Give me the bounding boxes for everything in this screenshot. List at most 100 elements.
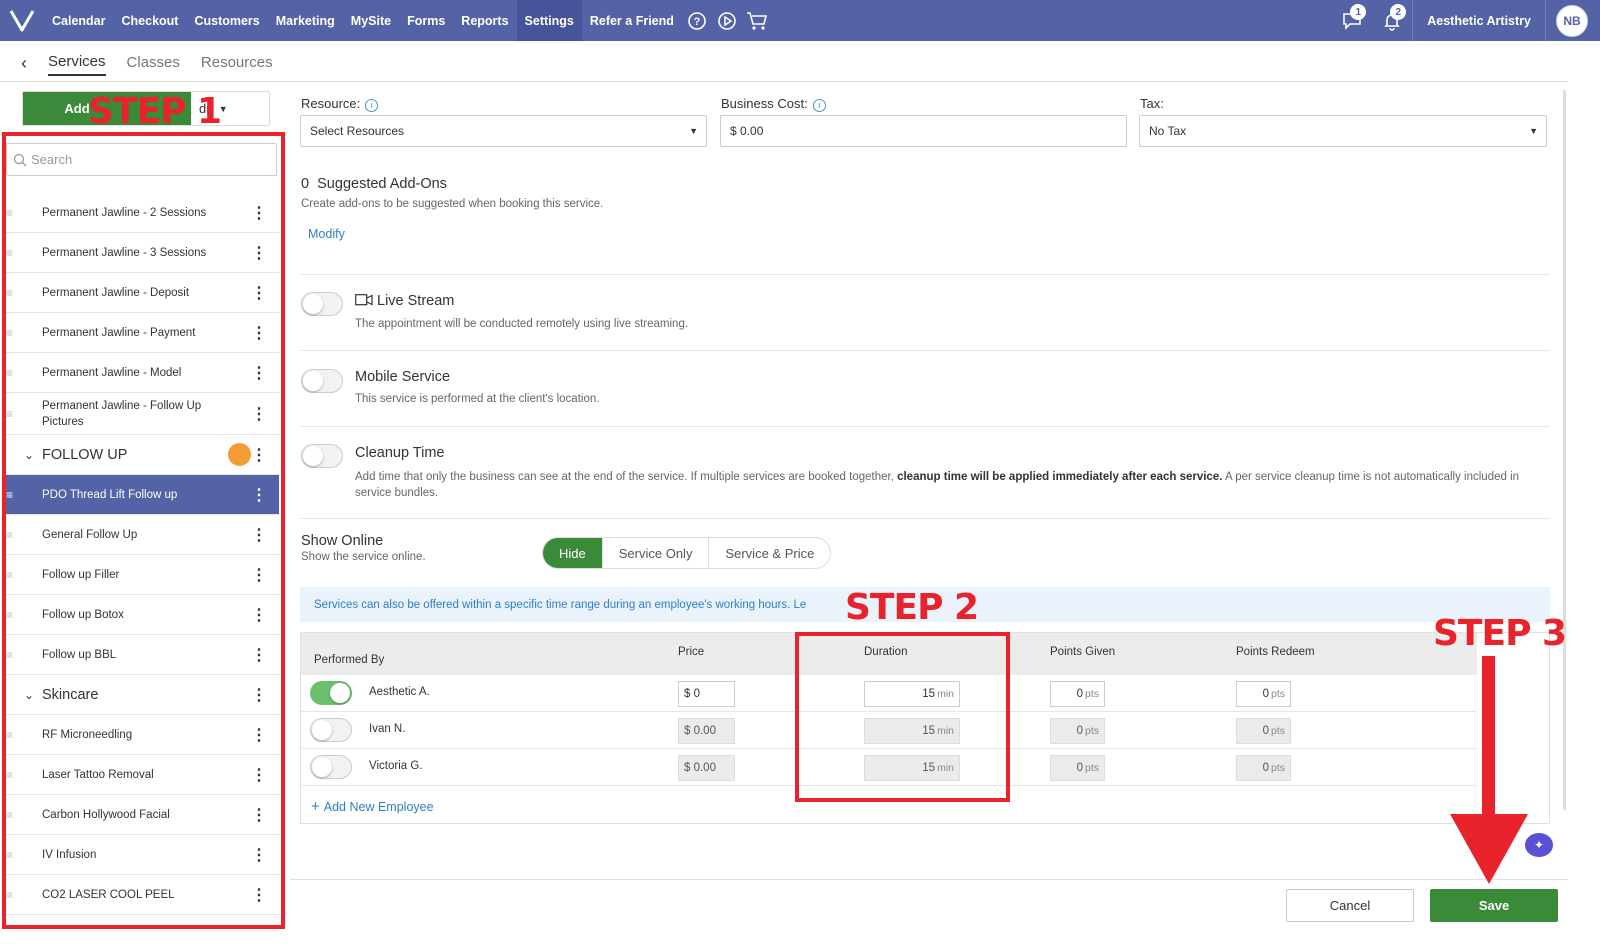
- employee-enabled-toggle[interactable]: [310, 681, 352, 705]
- live-stream-title-text: Live Stream: [377, 293, 455, 309]
- header-points-given: Points Given: [1050, 646, 1116, 658]
- nav-forms[interactable]: Forms: [399, 0, 453, 41]
- caret-down-icon: ▼: [1529, 126, 1538, 136]
- price-input[interactable]: $ 0.00: [678, 755, 735, 781]
- show-online-hide-option[interactable]: Hide: [543, 538, 603, 568]
- divider: [300, 518, 1550, 519]
- step2-highlight-frame: [795, 632, 1010, 802]
- employee-enabled-toggle[interactable]: [310, 755, 352, 779]
- nav-marketing[interactable]: Marketing: [268, 0, 343, 41]
- notifications-bell-icon[interactable]: 2: [1372, 0, 1412, 41]
- nav-mysite[interactable]: MySite: [343, 0, 399, 41]
- caret-down-icon: ▼: [689, 126, 698, 136]
- nav-customers[interactable]: Customers: [186, 0, 267, 41]
- cleanup-desc-part1: Add time that only the business can see …: [355, 471, 898, 483]
- messages-icon[interactable]: 1: [1332, 0, 1372, 41]
- points-unit: pts: [1084, 762, 1099, 774]
- points-given-input[interactable]: 0 pts: [1050, 755, 1105, 781]
- points-unit: pts: [1270, 688, 1285, 700]
- points-unit: pts: [1270, 725, 1285, 737]
- business-cost-label: Business Cost: i: [721, 96, 826, 112]
- tax-select-value: No Tax: [1149, 124, 1187, 138]
- nav-checkout[interactable]: Checkout: [114, 0, 187, 41]
- messages-badge: 1: [1350, 4, 1367, 20]
- points-redeem-value: 0: [1262, 725, 1269, 737]
- points-given-input[interactable]: 0 pts: [1050, 718, 1105, 744]
- addons-description: Create add-ons to be suggested when book…: [301, 198, 604, 210]
- tab-services[interactable]: Services: [48, 47, 106, 76]
- page-scrollbar[interactable]: [1563, 90, 1566, 810]
- cancel-button[interactable]: Cancel: [1286, 889, 1414, 922]
- business-cost-input[interactable]: $ 0.00: [720, 115, 1127, 147]
- tab-resources[interactable]: Resources: [201, 48, 273, 75]
- resource-select-value: Select Resources: [310, 124, 405, 138]
- cart-icon[interactable]: [742, 0, 772, 41]
- modify-link[interactable]: Modify: [308, 227, 345, 241]
- resource-label-text: Resource:: [301, 96, 361, 111]
- nav-reports[interactable]: Reports: [453, 0, 516, 41]
- price-input[interactable]: $ 0.00: [678, 718, 735, 744]
- play-video-icon[interactable]: [712, 0, 742, 41]
- business-name[interactable]: Aesthetic Artistry: [1412, 0, 1546, 41]
- add-new-employee-label: Add New Employee: [323, 800, 434, 814]
- addons-title-text: Suggested Add-Ons: [317, 176, 447, 192]
- mobile-service-toggle[interactable]: [301, 369, 343, 393]
- help-icon[interactable]: ?: [682, 0, 712, 41]
- show-online-segmented-control: Hide Service Only Service & Price: [542, 537, 832, 569]
- info-icon[interactable]: i: [365, 99, 379, 112]
- divider: [300, 350, 1550, 351]
- cleanup-time-description: Add time that only the business can see …: [355, 469, 1535, 501]
- plus-icon: +: [311, 798, 320, 815]
- nav-refer-a-friend[interactable]: Refer a Friend: [582, 0, 682, 41]
- points-unit: pts: [1084, 688, 1099, 700]
- header-price: Price: [678, 646, 705, 658]
- points-redeem-input[interactable]: 0 pts: [1236, 718, 1291, 744]
- tab-classes[interactable]: Classes: [127, 48, 180, 75]
- live-stream-description: The appointment will be conducted remote…: [355, 318, 689, 330]
- points-given-value: 0: [1076, 762, 1083, 774]
- points-redeem-input[interactable]: 0 pts: [1236, 755, 1291, 781]
- price-input[interactable]: $ 0: [678, 681, 735, 707]
- back-chevron-icon[interactable]: ‹: [0, 53, 48, 74]
- show-online-service-only-option[interactable]: Service Only: [603, 538, 710, 568]
- ai-assistant-icon[interactable]: ✦: [1525, 833, 1553, 857]
- points-redeem-value: 0: [1262, 688, 1269, 700]
- live-stream-toggle[interactable]: [301, 292, 343, 316]
- business-cost-label-text: Business Cost:: [721, 96, 808, 111]
- cleanup-time-title: Cleanup Time: [355, 445, 445, 461]
- video-camera-icon: [355, 294, 373, 306]
- tax-select[interactable]: No Tax ▼: [1139, 115, 1547, 147]
- info-icon[interactable]: i: [812, 99, 826, 112]
- show-online-service-price-option[interactable]: Service & Price: [709, 538, 830, 568]
- points-given-value: 0: [1076, 688, 1083, 700]
- mobile-service-description: This service is performed at the client'…: [355, 393, 600, 405]
- addons-count: 0: [301, 176, 310, 192]
- points-given-input[interactable]: 0 pts: [1050, 681, 1105, 707]
- vagaro-logo-icon[interactable]: [0, 0, 44, 41]
- employee-enabled-toggle[interactable]: [310, 718, 352, 742]
- points-unit: pts: [1084, 725, 1099, 737]
- tax-label: Tax:: [1140, 96, 1164, 111]
- nav-settings[interactable]: Settings: [516, 0, 582, 41]
- points-redeem-input[interactable]: 0 pts: [1236, 681, 1291, 707]
- resource-select[interactable]: Select Resources ▼: [300, 115, 707, 147]
- add-new-employee-link[interactable]: + Add New Employee: [311, 798, 434, 815]
- points-redeem-value: 0: [1262, 762, 1269, 774]
- cleanup-time-toggle[interactable]: [301, 444, 343, 468]
- add-button-label: Add: [64, 101, 90, 116]
- nav-calendar[interactable]: Calendar: [44, 0, 114, 41]
- business-cost-value: $ 0.00: [730, 124, 764, 138]
- svg-text:?: ?: [694, 16, 701, 28]
- time-range-notice-text[interactable]: Services can also be offered within a sp…: [314, 599, 806, 611]
- points-given-value: 0: [1076, 725, 1083, 737]
- price-value: $ 0.00: [684, 725, 716, 737]
- show-online-description: Show the service online.: [301, 551, 426, 563]
- avatar[interactable]: NB: [1556, 4, 1588, 37]
- suggested-addons-title: 0 Suggested Add-Ons: [301, 176, 447, 192]
- save-button[interactable]: Save: [1430, 889, 1558, 922]
- resource-label: Resource: i: [301, 96, 379, 112]
- step1-highlight-frame: [2, 132, 285, 929]
- step1-annotation: STEP 1: [88, 91, 222, 132]
- divider: [300, 274, 1550, 275]
- top-nav: Calendar Checkout Customers Marketing My…: [0, 0, 1600, 41]
